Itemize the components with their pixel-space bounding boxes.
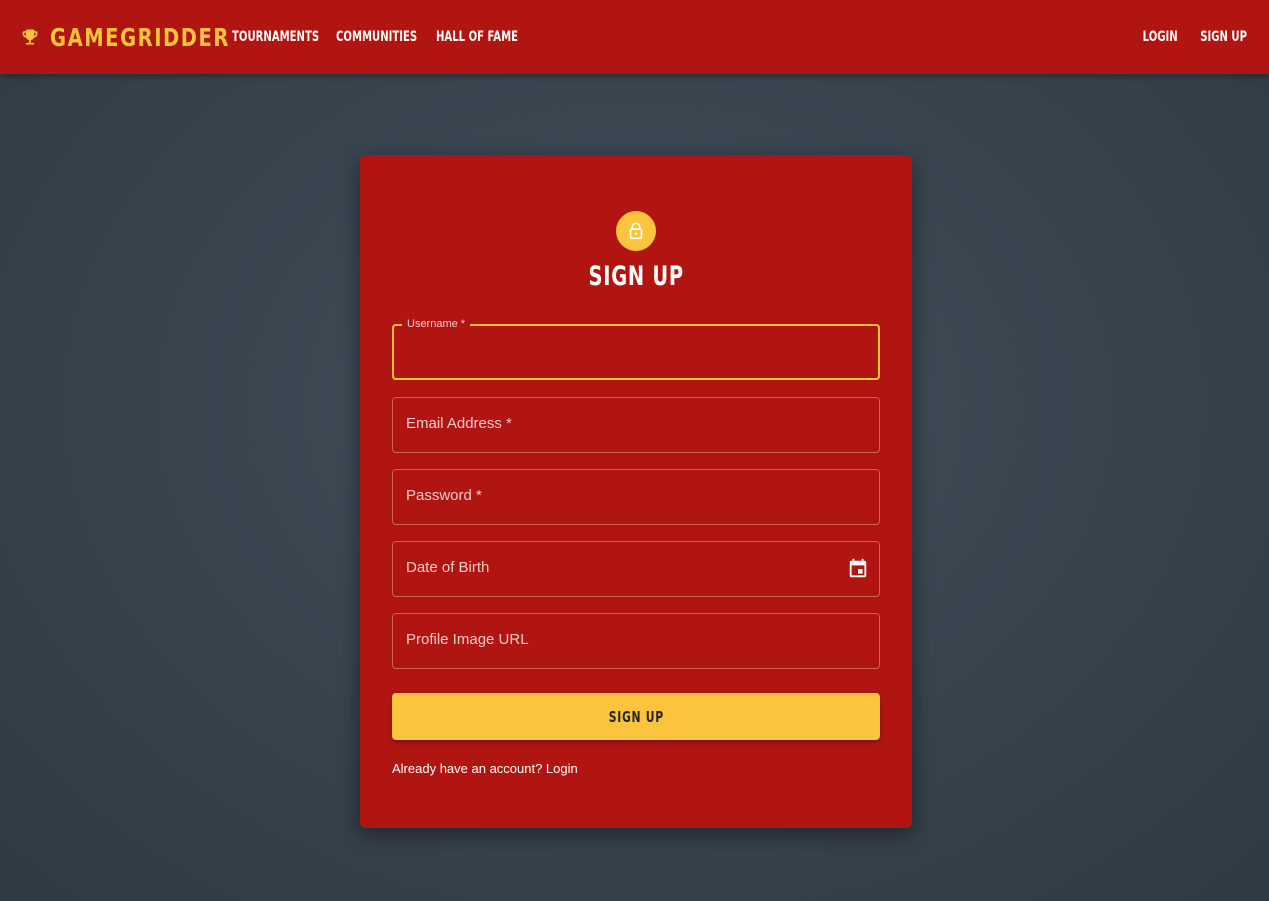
nav-signup-link[interactable]: SIGN UP — [1200, 29, 1247, 45]
date-of-birth-label: Date of Birth — [406, 559, 490, 576]
username-field[interactable]: Username * — [392, 318, 880, 380]
nav-link-hall-of-fame[interactable]: HALL OF FAME — [436, 29, 518, 45]
email-field[interactable]: Email Address * — [392, 397, 880, 453]
signup-card: SIGN UP Username * Email Address * Passw… — [360, 155, 912, 828]
nav-login-link[interactable]: LOGIN — [1143, 29, 1178, 45]
brand[interactable]: GAMEGRIDDER — [20, 0, 250, 74]
nav-link-communities[interactable]: COMMUNITIES — [336, 29, 417, 45]
password-field[interactable]: Password * — [392, 469, 880, 525]
calendar-icon[interactable] — [847, 558, 869, 580]
brand-name: GAMEGRIDDER — [50, 22, 230, 52]
nav-link-tournaments[interactable]: TOURNAMENTS — [232, 29, 319, 45]
nav-links: TOURNAMENTS COMMUNITIES HALL OF FAME — [232, 29, 520, 45]
signup-submit-label: SIGN UP — [608, 707, 664, 726]
page-title-text: SIGN UP — [588, 261, 684, 292]
email-label: Email Address * — [406, 415, 512, 432]
profile-image-url-label: Profile Image URL — [406, 631, 529, 648]
profile-image-url-field[interactable]: Profile Image URL — [392, 613, 880, 669]
username-label: Username * — [402, 318, 471, 330]
password-label: Password * — [406, 487, 482, 504]
nav-auth-links: LOGIN SIGN UP — [1129, 0, 1247, 74]
page-title: SIGN UP — [360, 261, 912, 292]
date-of-birth-field[interactable]: Date of Birth — [392, 541, 880, 597]
signup-submit-button[interactable]: SIGN UP — [392, 693, 880, 740]
trophy-icon — [20, 27, 40, 47]
lock-icon — [616, 211, 656, 251]
login-link[interactable]: Already have an account? Login — [392, 761, 578, 776]
navbar: GAMEGRIDDER TOURNAMENTS COMMUNITIES HALL… — [0, 0, 1269, 74]
